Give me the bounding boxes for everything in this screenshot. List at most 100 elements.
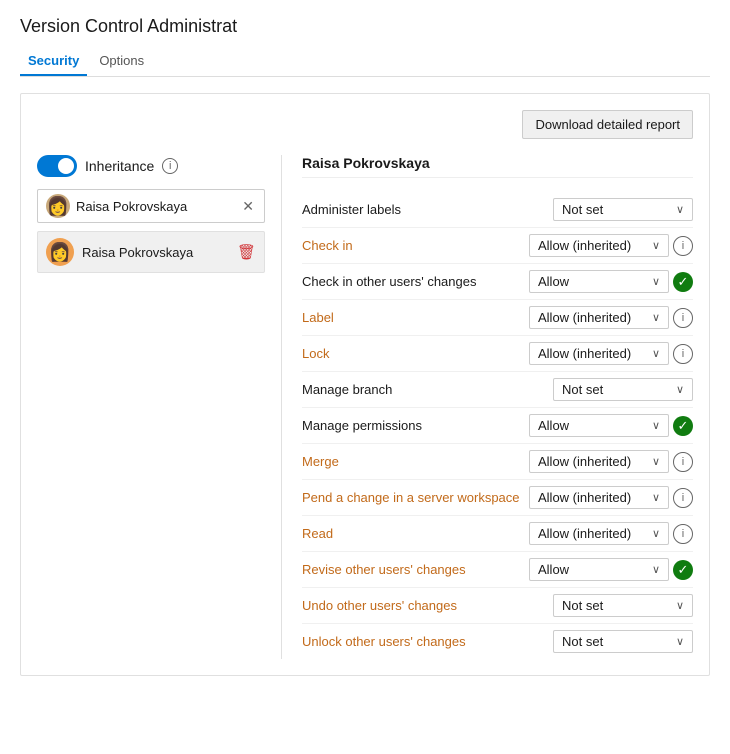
user-avatar: 👩 [46,238,74,266]
inheritance-toggle[interactable] [37,155,77,177]
list-item[interactable]: 👩 Raisa Pokrovskaya 🗑 [37,231,265,273]
download-report-button[interactable]: Download detailed report [522,110,693,139]
permission-select[interactable]: Allow (inherited) ∨ [529,522,669,545]
info-icon[interactable]: i [673,488,693,508]
permission-name: Administer labels [302,202,553,217]
user-search-box[interactable]: 👩 Raisa Pokrovskaya ✕ [37,189,265,223]
user-search-avatar: 👩 [46,194,70,218]
permission-select[interactable]: Not set ∨ [553,378,693,401]
tabs: Security Options [20,47,710,77]
table-row: ReadAllow (inherited)∨i [302,516,693,552]
table-row: Check in Allow (inherited) ∨ i [302,228,693,264]
permission-control-wrap: Allow ∨ ✓ [529,414,693,437]
section-title: Raisa Pokrovskaya [302,155,693,178]
inheritance-info-icon[interactable]: i [162,158,178,174]
table-row: Undo other users' changes Not set ∨ [302,588,693,624]
permission-name: Unlock other users' changes [302,634,553,649]
permission-name: Manage permissions [302,418,529,433]
table-row: Merge Allow (inherited) ∨ i [302,444,693,480]
permission-select[interactable]: Allow ∨ [529,558,669,581]
permission-control-wrap: Allow (inherited) ∨ i [529,450,693,473]
table-row: Manage permissions Allow ∨ ✓ [302,408,693,444]
permission-control-wrap: Not set ∨ [553,378,693,401]
permission-value: Not set [562,598,670,613]
permission-value: Allow (inherited) [538,454,646,469]
permission-name: Undo other users' changes [302,598,553,613]
permission-name: Check in other users' changes [302,274,529,289]
permission-select[interactable]: Allow (inherited) ∨ [529,486,669,509]
permission-control-wrap: Allow (inherited) ∨ i [529,306,693,329]
page: Version Control Administrat Security Opt… [0,0,730,754]
permission-value: Allow (inherited) [538,238,646,253]
table-row: Manage branchNot set∨ [302,372,693,408]
table-row: Check in other users' changesAllow∨✓ [302,264,693,300]
info-icon[interactable]: i [673,452,693,472]
permission-value: Allow (inherited) [538,526,646,541]
top-bar: Download detailed report [37,110,693,139]
permission-select[interactable]: Not set ∨ [553,594,693,617]
tab-options[interactable]: Options [91,47,152,76]
permission-select[interactable]: Not set∨ [553,198,693,221]
check-icon: ✓ [673,416,693,436]
chevron-down-icon: ∨ [652,491,660,504]
table-row: Label Allow (inherited) ∨ i [302,300,693,336]
left-panel: Inheritance i 👩 Raisa Pokrovskaya ✕ 👩 Ra… [37,155,282,659]
chevron-down-icon: ∨ [652,563,660,576]
chevron-down-icon: ∨ [652,455,660,468]
permission-select[interactable]: Allow (inherited) ∨ [529,450,669,473]
tab-security[interactable]: Security [20,47,87,76]
chevron-down-icon: ∨ [676,599,684,612]
permission-control-wrap: Allow∨✓ [529,270,693,293]
chevron-down-icon: ∨ [652,419,660,432]
permission-value: Not set [562,202,670,217]
permission-select[interactable]: Allow (inherited) ∨ [529,306,669,329]
permission-select[interactable]: Allow (inherited) ∨ [529,342,669,365]
permission-value: Allow (inherited) [538,310,646,325]
permission-select[interactable]: Allow ∨ [529,414,669,437]
info-icon[interactable]: i [673,236,693,256]
right-panel: Raisa Pokrovskaya Administer labelsNot s… [282,155,693,659]
permission-value: Allow (inherited) [538,346,646,361]
check-icon: ✓ [673,560,693,580]
permission-value: Allow [538,418,646,433]
permission-select[interactable]: Allow ∨ [529,270,669,293]
permission-name: Merge [302,454,529,469]
chevron-down-icon: ∨ [652,275,660,288]
permission-control-wrap: Not set∨ [553,198,693,221]
permission-control-wrap: Not set ∨ [553,594,693,617]
table-row: Revise other users' changes Allow ∨ ✓ [302,552,693,588]
permission-select[interactable]: Allow (inherited) ∨ [529,234,669,257]
chevron-down-icon: ∨ [652,527,660,540]
table-row: Unlock other users' changes Not set ∨ [302,624,693,659]
page-title: Version Control Administrat [20,16,710,37]
permission-name: Label [302,310,529,325]
permission-value: Allow (inherited) [538,490,646,505]
chevron-down-icon: ∨ [652,239,660,252]
permission-value: Allow [538,274,646,289]
info-icon[interactable]: i [673,344,693,364]
chevron-down-icon: ∨ [652,347,660,360]
permission-value: Not set [562,382,670,397]
user-avatar-emoji: 👩 [49,242,71,263]
inheritance-row: Inheritance i [37,155,265,177]
permission-name: Check in [302,238,529,253]
chevron-down-icon: ∨ [676,635,684,648]
permission-name: Lock [302,346,529,361]
permission-value: Not set [562,634,670,649]
info-icon[interactable]: i [673,524,693,544]
permission-value: Allow [538,562,646,577]
table-row: Administer labelsNot set∨ [302,192,693,228]
chevron-down-icon: ∨ [652,311,660,324]
permission-name: Revise other users' changes [302,562,529,577]
permission-name: Pend a change in a server workspace [302,490,529,505]
permission-control-wrap: Allow ∨ ✓ [529,558,693,581]
info-icon[interactable]: i [673,308,693,328]
inheritance-label: Inheritance [85,158,154,174]
permission-select[interactable]: Not set ∨ [553,630,693,653]
permission-control-wrap: Allow (inherited) ∨ i [529,486,693,509]
chevron-down-icon: ∨ [676,383,684,396]
user-search-avatar-emoji: 👩 [47,196,69,217]
toggle-knob [58,158,74,174]
delete-user-icon[interactable]: 🗑 [237,243,256,261]
user-search-clear-icon[interactable]: ✕ [240,196,256,217]
